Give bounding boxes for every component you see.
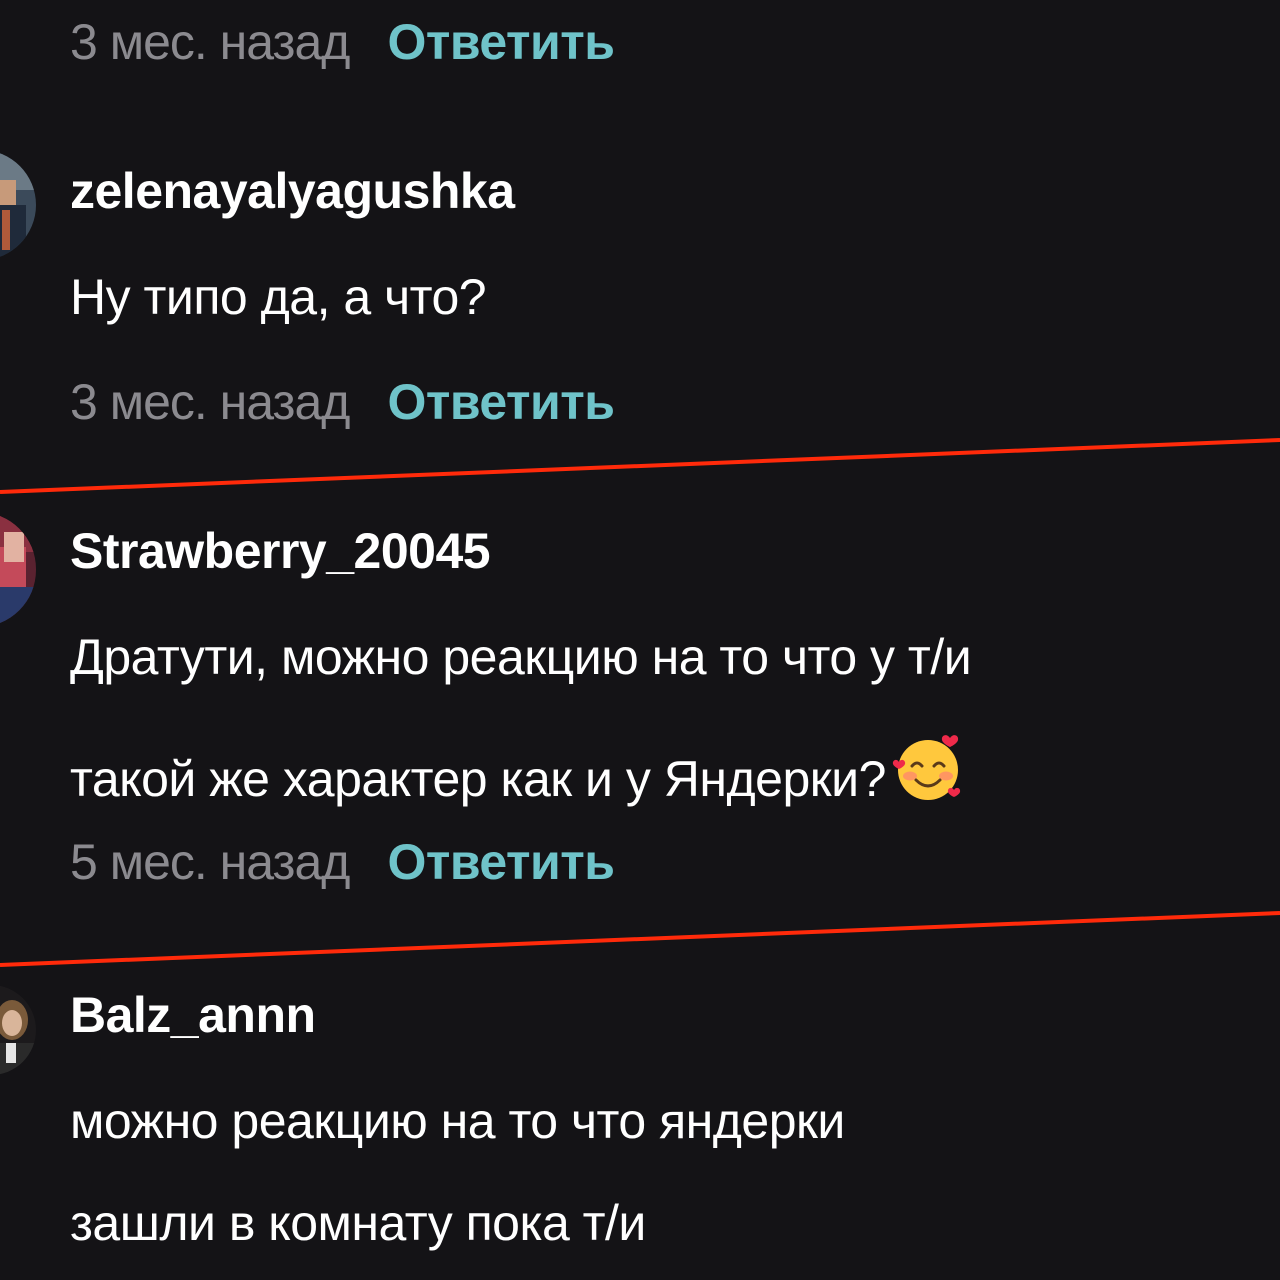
avatar[interactable] — [0, 985, 36, 1075]
reply-button[interactable]: Ответить — [387, 13, 615, 71]
divider-line — [0, 911, 1280, 967]
comment-text: зашли в комнату пока т/и — [70, 1195, 646, 1251]
comment-username[interactable]: Balz_annn — [70, 986, 316, 1044]
comment-meta: 5 мес. назад Ответить — [70, 832, 615, 892]
comment-username[interactable]: Strawberry_20045 — [70, 522, 491, 580]
comment-text-line: такой же характер как и у Яндерки? — [70, 732, 966, 814]
comment-timestamp: 3 мес. назад — [70, 14, 350, 70]
reply-button[interactable]: Ответить — [387, 833, 615, 891]
comment-meta: 3 мес. назад Ответить — [70, 372, 615, 432]
smiling-face-with-hearts-icon — [890, 732, 966, 814]
divider-line — [0, 438, 1280, 494]
comment-meta: 3 мес. назад Ответить — [70, 12, 615, 72]
avatar[interactable] — [0, 150, 36, 260]
comment-text: можно реакцию на то что яндерки — [70, 1093, 845, 1149]
avatar[interactable] — [0, 512, 36, 627]
comment-username[interactable]: zelenayalyagushka — [70, 162, 515, 220]
comment-timestamp: 3 мес. назад — [70, 374, 350, 430]
comment-text: Дратути, можно реакцию на то что у т/и — [70, 629, 972, 685]
reply-button[interactable]: Ответить — [387, 373, 615, 431]
comment-text: Ну типо да, а что? — [70, 269, 487, 325]
comment-text-fragment: такой же характер как и у Яндерки? — [70, 751, 886, 807]
comment-timestamp: 5 мес. назад — [70, 834, 350, 890]
